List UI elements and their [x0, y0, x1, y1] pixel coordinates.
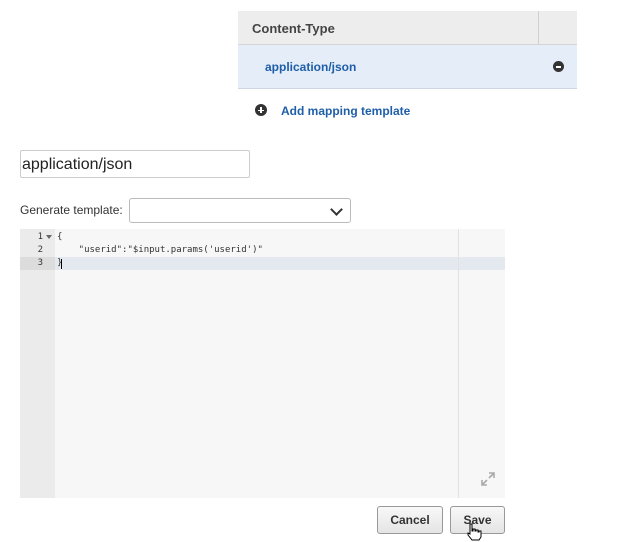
- chevron-down-icon: [330, 203, 343, 216]
- template-code-editor[interactable]: 1 2 3 { "userid":"$input.params('userid'…: [20, 229, 505, 498]
- hand-cursor-icon: [467, 523, 482, 541]
- generate-template-select[interactable]: [129, 198, 351, 223]
- expand-icon[interactable]: [480, 471, 496, 487]
- plus-circle-icon[interactable]: [255, 104, 267, 116]
- content-type-header: Content-Type: [238, 11, 577, 45]
- content-type-input[interactable]: [20, 150, 250, 178]
- generate-template-label: Generate template:: [20, 203, 123, 217]
- fold-arrow-icon[interactable]: [46, 235, 52, 239]
- line-number: 2: [37, 245, 43, 255]
- content-type-table: Content-Type application/json: [238, 11, 577, 89]
- cancel-button[interactable]: Cancel: [377, 506, 443, 534]
- editor-active-line: [55, 257, 505, 270]
- line-number: 3: [37, 258, 43, 268]
- header-divider: [538, 11, 539, 45]
- line-number: 1: [37, 232, 43, 242]
- code-line: {: [57, 232, 63, 242]
- editor-print-margin: [458, 229, 459, 498]
- text-cursor: [61, 259, 62, 269]
- minus-circle-icon[interactable]: [553, 61, 564, 72]
- add-mapping-template-label[interactable]: Add mapping template: [281, 104, 410, 118]
- content-type-row[interactable]: application/json: [238, 45, 577, 89]
- code-line: "userid":"$input.params('userid')": [57, 245, 263, 255]
- content-type-header-label: Content-Type: [252, 21, 335, 36]
- content-type-row-value[interactable]: application/json: [265, 60, 356, 74]
